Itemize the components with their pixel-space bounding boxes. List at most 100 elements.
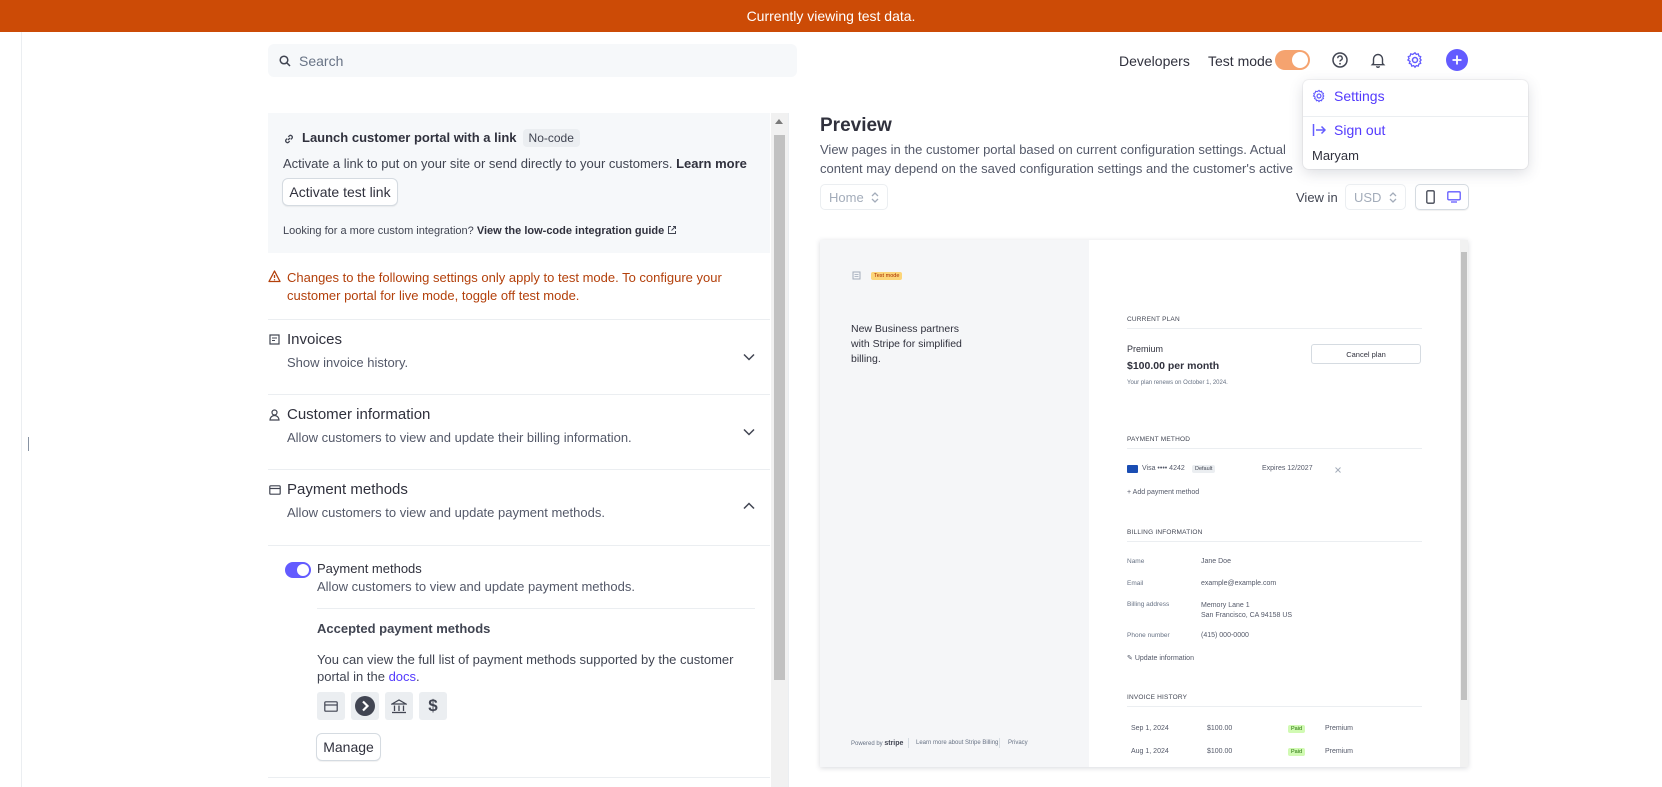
banner-text: Currently viewing test data. bbox=[746, 8, 916, 24]
link-pay-icon bbox=[351, 692, 379, 720]
divider bbox=[1127, 448, 1422, 449]
section-title: Invoices bbox=[287, 331, 343, 348]
field-label: Email bbox=[1127, 580, 1144, 587]
payment-methods-toggle[interactable] bbox=[285, 562, 311, 578]
business-logo-icon bbox=[852, 271, 861, 280]
launch-description: Activate a link to put on your site or s… bbox=[283, 156, 747, 171]
search-icon bbox=[279, 54, 291, 67]
invoice-date: Aug 1, 2024 bbox=[1131, 748, 1169, 755]
divider bbox=[268, 469, 770, 470]
accepted-methods-description: You can view the full list of payment me… bbox=[317, 652, 734, 684]
divider bbox=[999, 738, 1000, 748]
portal-sidebar: Test mode New Business partners with Str… bbox=[820, 240, 1089, 767]
page-select[interactable]: Home bbox=[820, 184, 888, 210]
card-icon bbox=[269, 485, 281, 495]
desktop-icon bbox=[1447, 191, 1461, 203]
activate-test-link-button[interactable]: Activate test link bbox=[282, 178, 398, 206]
table-row[interactable]: Aug 1, 2024 $100.00 Paid Premium bbox=[1127, 746, 1422, 760]
payment-method-heading: PAYMENT METHOD bbox=[1127, 436, 1191, 443]
divider bbox=[1127, 328, 1422, 329]
paid-badge: Paid bbox=[1288, 725, 1306, 733]
field-value: Memory Lane 1 San Francisco, CA 94158 US bbox=[1201, 602, 1293, 619]
manage-button[interactable]: Manage bbox=[316, 733, 381, 761]
launch-title: Launch customer portal with a link No-cod… bbox=[302, 129, 580, 147]
divider bbox=[1127, 706, 1422, 707]
mobile-icon bbox=[1425, 190, 1435, 204]
mobile-view-button[interactable] bbox=[1421, 189, 1439, 205]
update-information-link[interactable]: ✎ Update information bbox=[1127, 654, 1194, 662]
portal-tagline: New Business partners with Stripe for si… bbox=[851, 323, 962, 365]
chevron-down-icon bbox=[743, 428, 755, 436]
divider bbox=[268, 777, 770, 778]
settings-menu: Settings Sign out Maryam bbox=[1303, 80, 1528, 169]
learn-billing-link[interactable]: Learn more about Stripe Billing bbox=[916, 740, 998, 746]
test-mode-label: Test mode bbox=[1208, 53, 1273, 69]
search-input[interactable]: Search bbox=[268, 44, 797, 77]
developers-link[interactable]: Developers bbox=[1119, 46, 1190, 76]
text-cursor bbox=[28, 437, 29, 451]
gear-icon[interactable] bbox=[1404, 49, 1426, 71]
pencil-icon: ✎ bbox=[1127, 655, 1135, 662]
docs-link[interactable]: docs bbox=[389, 669, 416, 684]
invoice-amount: $100.00 bbox=[1207, 748, 1233, 755]
preview-scrollbar[interactable] bbox=[1460, 240, 1468, 767]
panel-divider bbox=[788, 113, 789, 787]
close-icon[interactable] bbox=[1335, 467, 1341, 473]
divider bbox=[268, 545, 770, 546]
section-subtitle: Allow customers to view and update their… bbox=[287, 430, 632, 445]
plan-name: Premium bbox=[1127, 344, 1164, 354]
paid-badge: Paid bbox=[1288, 748, 1306, 756]
table-row[interactable]: Sep 1, 2024 $100.00 Paid Premium bbox=[1127, 723, 1422, 737]
sign-out-icon bbox=[1312, 124, 1326, 136]
menu-divider bbox=[1303, 116, 1528, 117]
section-customer-information[interactable]: Customer information Allow customers to … bbox=[268, 396, 770, 468]
menu-item-sign-out[interactable]: Sign out bbox=[1312, 122, 1385, 138]
chevron-updown-icon bbox=[871, 192, 879, 203]
card-number: Visa •••• 4242 bbox=[1142, 465, 1185, 472]
field-value: Jane Doe bbox=[1201, 558, 1231, 565]
device-toggle bbox=[1415, 184, 1469, 210]
privacy-link[interactable]: Privacy bbox=[1008, 740, 1028, 746]
test-data-banner: Currently viewing test data. bbox=[0, 0, 1662, 32]
currency-select[interactable]: USD bbox=[1345, 184, 1406, 210]
launch-portal-card: Launch customer portal with a link No-cod… bbox=[268, 113, 770, 253]
view-in-label: View in bbox=[1296, 190, 1338, 205]
scrollbar-thumb[interactable] bbox=[774, 135, 785, 680]
integration-guide-link[interactable]: View the low-code integration guide bbox=[477, 225, 664, 237]
bank-icon bbox=[385, 692, 413, 720]
chevron-updown-icon bbox=[1389, 192, 1397, 203]
section-payment-methods[interactable]: Payment methods Allow customers to view … bbox=[268, 471, 770, 543]
section-invoices[interactable]: Invoices Show invoice history. bbox=[268, 321, 770, 393]
preview-title: Preview bbox=[820, 115, 892, 136]
scroll-up-arrow[interactable] bbox=[775, 119, 783, 124]
create-button[interactable] bbox=[1446, 49, 1468, 71]
divider bbox=[268, 394, 770, 395]
plus-icon bbox=[1452, 55, 1462, 65]
invoice-plan: Premium bbox=[1325, 725, 1354, 732]
field-label: Name bbox=[1127, 558, 1145, 565]
settings-scrollbar[interactable] bbox=[771, 113, 788, 787]
gear-icon bbox=[1312, 89, 1325, 103]
scrollbar-thumb[interactable] bbox=[1461, 252, 1467, 700]
field-label: Billing address bbox=[1127, 601, 1170, 608]
test-mode-toggle[interactable] bbox=[1275, 50, 1310, 70]
default-badge: Default bbox=[1192, 465, 1216, 473]
learn-more-link[interactable]: Learn more bbox=[676, 156, 747, 171]
help-icon[interactable] bbox=[1329, 49, 1351, 71]
field-label: Phone number bbox=[1127, 632, 1170, 639]
section-title: Payment methods bbox=[287, 481, 408, 498]
add-payment-method-link[interactable]: + Add payment method bbox=[1127, 489, 1199, 496]
stripe-logo: stripe bbox=[884, 740, 904, 747]
invoice-plan: Premium bbox=[1325, 748, 1354, 755]
field-value: (415) 000-0000 bbox=[1201, 632, 1249, 639]
portal-settings-panel: Launch customer portal with a link No-cod… bbox=[268, 113, 770, 787]
bell-icon[interactable] bbox=[1367, 49, 1389, 71]
portal-preview-frame: Test mode New Business partners with Str… bbox=[820, 240, 1468, 767]
cancel-plan-button[interactable]: Cancel plan bbox=[1311, 344, 1421, 364]
link-icon bbox=[285, 134, 293, 144]
external-link-icon bbox=[668, 226, 677, 234]
desktop-view-button[interactable] bbox=[1444, 189, 1464, 205]
visa-icon bbox=[1127, 465, 1138, 473]
menu-item-settings[interactable]: Settings bbox=[1312, 88, 1385, 104]
left-sidebar-divider bbox=[21, 32, 22, 787]
